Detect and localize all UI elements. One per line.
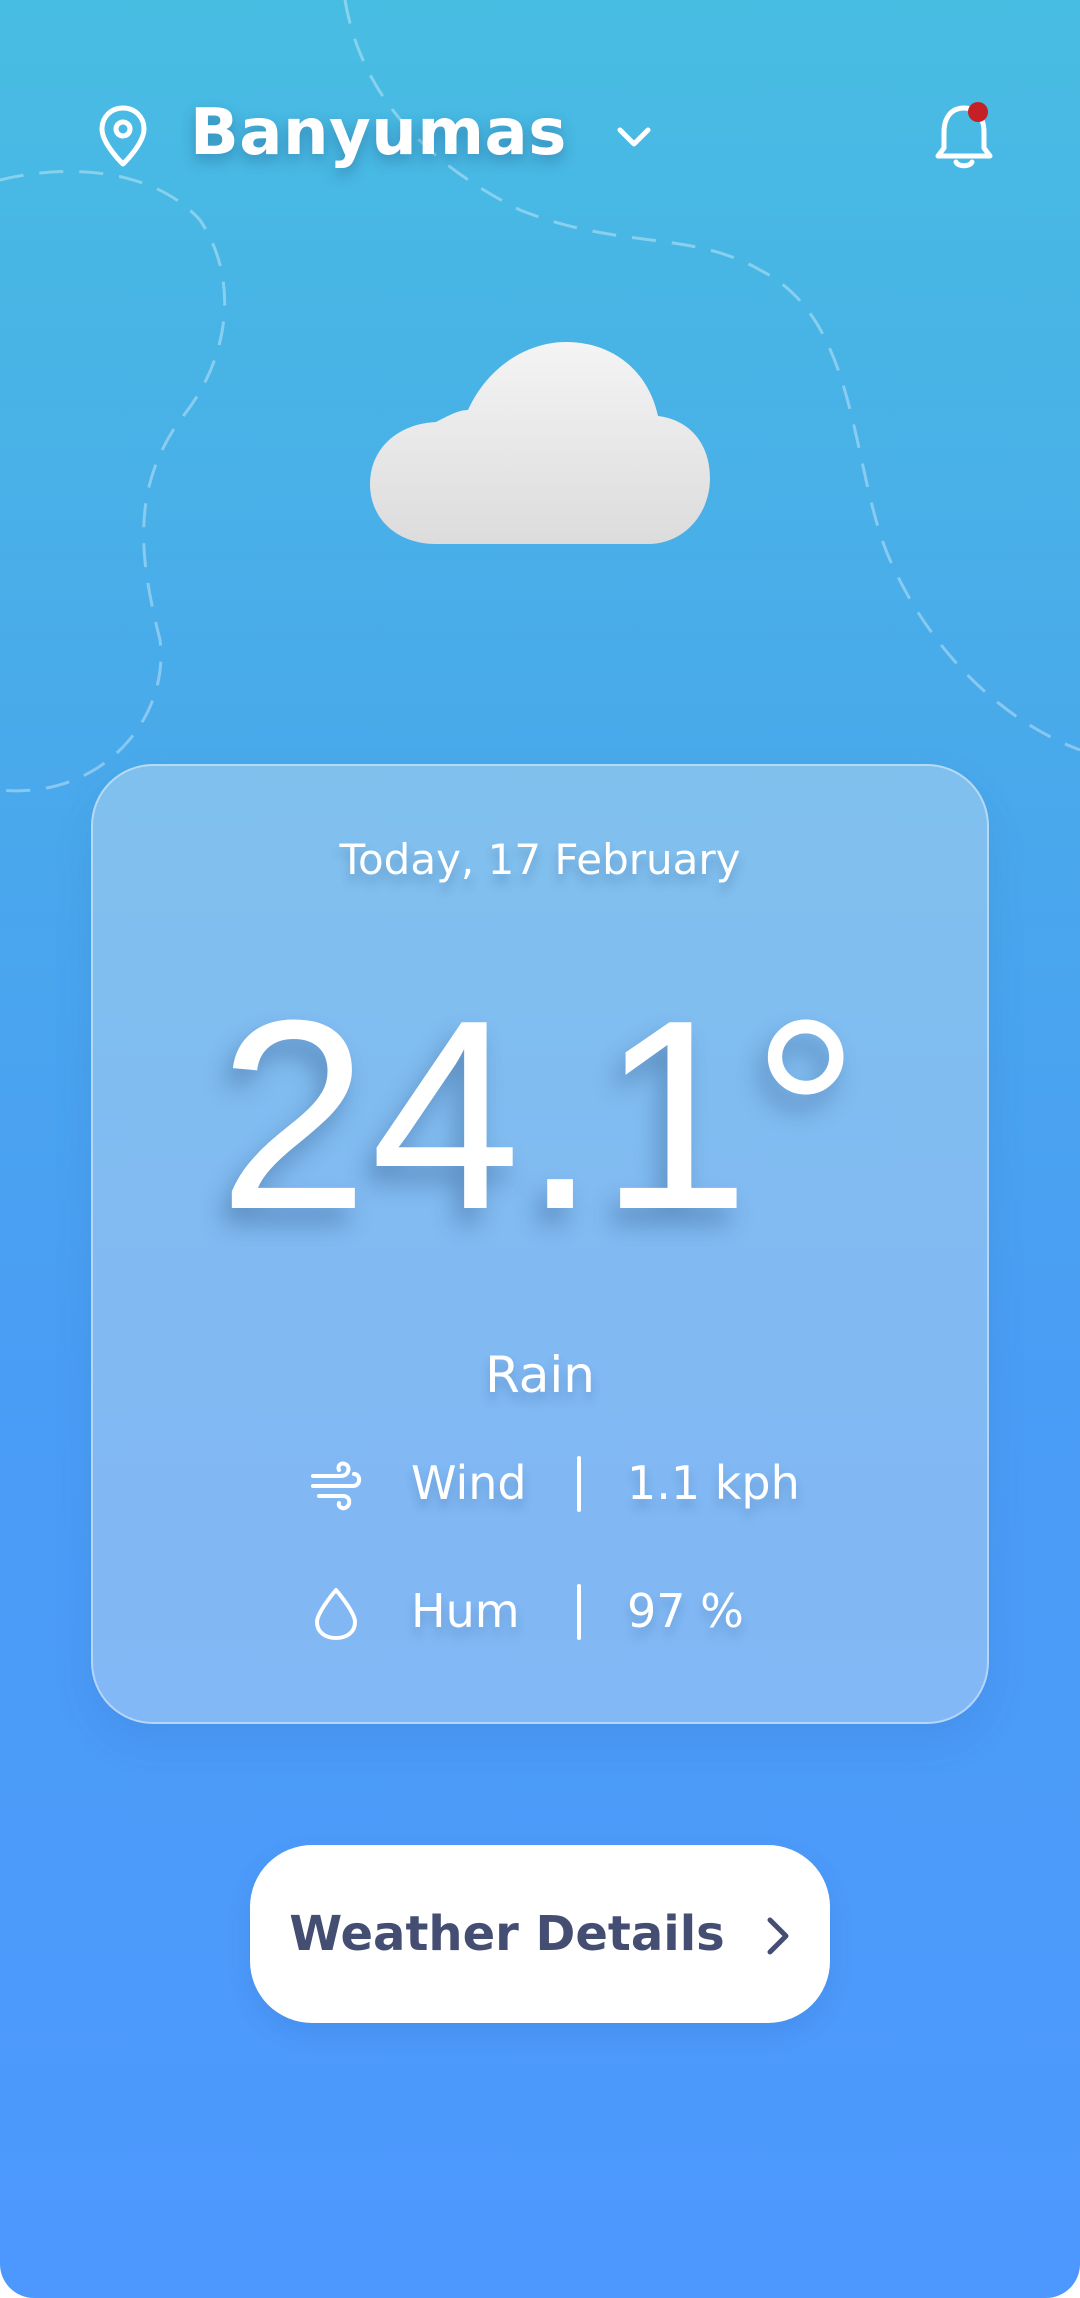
humidity-label: Hum: [411, 1584, 520, 1638]
chevron-down-icon: [617, 127, 651, 147]
wind-value: 1.1 kph: [627, 1456, 800, 1510]
weather-details-button[interactable]: Weather Details: [250, 1845, 830, 2023]
weather-screen: Banyumas Today, 17 February 24.1° Rain W…: [0, 0, 1080, 2298]
wind-icon: [311, 1461, 362, 1511]
location-name: Banyumas: [190, 96, 567, 170]
location-selector[interactable]: Banyumas: [190, 88, 653, 178]
rain-cloud-icon: [370, 342, 710, 640]
weather-condition: Rain: [485, 1346, 595, 1404]
map-pin-icon: [99, 105, 147, 167]
notifications-button[interactable]: [934, 98, 994, 170]
humidity-value: 97 %: [627, 1584, 744, 1638]
droplet-icon: [315, 1588, 357, 1640]
chevron-right-icon: [767, 1917, 789, 1955]
weather-details-label: Weather Details: [289, 1906, 725, 1962]
wind-row: Wind 1.1 kph: [93, 1448, 987, 1518]
humidity-row: Hum 97 %: [93, 1576, 987, 1646]
weather-card: Today, 17 February 24.1° Rain Wind 1.1 k…: [91, 764, 989, 1724]
wind-label: Wind: [411, 1456, 527, 1510]
temperature: 24.1°: [218, 965, 862, 1266]
stat-divider: [577, 1584, 581, 1640]
notification-badge: [968, 102, 988, 122]
stat-divider: [577, 1456, 581, 1512]
date-label: Today, 17 February: [339, 835, 741, 884]
